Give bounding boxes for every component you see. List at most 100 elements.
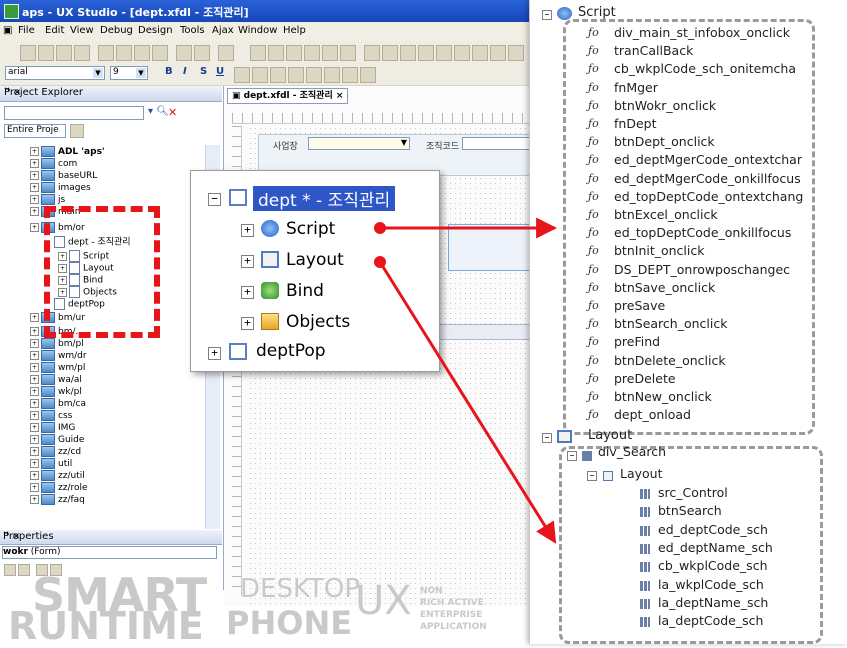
zoom-script-label[interactable]: Script: [286, 219, 335, 239]
text-align-center-icon[interactable]: [288, 67, 304, 83]
expand-icon[interactable]: +: [30, 183, 39, 192]
collapse-icon[interactable]: −: [542, 433, 552, 443]
layout-control-item[interactable]: ed_deptCode_sch: [658, 522, 768, 537]
menu-file[interactable]: File: [18, 25, 35, 36]
font-color-icon[interactable]: [252, 67, 268, 83]
expand-icon[interactable]: +: [30, 147, 39, 156]
build-icon[interactable]: [176, 45, 192, 61]
script-function-item[interactable]: ed_topDeptCode_onkillfocus: [614, 225, 791, 240]
debug-icon[interactable]: [218, 45, 234, 61]
chevron-down-icon[interactable]: ▼: [401, 138, 407, 147]
layout-control-item[interactable]: btnSearch: [658, 503, 722, 518]
undo-icon[interactable]: [152, 45, 168, 61]
explorer-tree-item[interactable]: + baseURL: [30, 170, 97, 182]
collapse-icon[interactable]: −: [542, 10, 552, 20]
menu-ajax[interactable]: Ajax: [212, 25, 234, 36]
align-left-icon[interactable]: [250, 45, 266, 61]
align-bottom-icon[interactable]: [340, 45, 356, 61]
expand-icon[interactable]: +: [30, 435, 39, 444]
paste-icon[interactable]: [134, 45, 150, 61]
fill-color-icon[interactable]: [234, 67, 250, 83]
font-size-select[interactable]: 9 ▼: [110, 66, 148, 80]
menu-tools[interactable]: Tools: [180, 25, 205, 36]
explorer-tree-item[interactable]: + bm/pl: [30, 338, 84, 350]
script-function-item[interactable]: ed_topDeptCode_ontextchang: [614, 189, 803, 204]
explorer-tree-item[interactable]: + IMG: [30, 422, 75, 434]
expand-icon[interactable]: +: [30, 423, 39, 432]
menu-debug[interactable]: Debug: [100, 25, 133, 36]
script-function-item[interactable]: preFind: [614, 334, 660, 349]
editor-tab[interactable]: ▣ dept.xfdl - 조직관리 ×: [227, 88, 349, 104]
order-back-icon[interactable]: [508, 45, 524, 61]
script-function-item[interactable]: dept_onload: [614, 407, 691, 422]
close-icon[interactable]: ✕: [168, 106, 177, 119]
explorer-tree-item[interactable]: + Guide: [30, 434, 84, 446]
expand-icon[interactable]: +: [30, 447, 39, 456]
refresh-icon[interactable]: [70, 124, 84, 138]
save-icon[interactable]: [56, 45, 72, 61]
script-function-item[interactable]: btnWokr_onclick: [614, 98, 716, 113]
expand-icon[interactable]: +: [30, 159, 39, 168]
explorer-tree-item[interactable]: + wm/pl: [30, 362, 85, 374]
expand-icon[interactable]: +: [241, 255, 254, 268]
center-v-icon[interactable]: [472, 45, 488, 61]
explorer-tree-item[interactable]: + wm/dr: [30, 350, 87, 362]
layout-control-item[interactable]: cb_wkplCode_sch: [658, 558, 768, 573]
expand-icon[interactable]: +: [30, 375, 39, 384]
explorer-tree-item[interactable]: + images: [30, 182, 91, 194]
valign-middle-icon[interactable]: [342, 67, 358, 83]
save-all-icon[interactable]: [74, 45, 90, 61]
same-size-icon[interactable]: [400, 45, 416, 61]
explorer-tree-item[interactable]: + js: [30, 194, 65, 206]
chevron-down-icon[interactable]: ▼: [136, 68, 146, 78]
explorer-tree-item[interactable]: + css: [30, 410, 72, 422]
script-function-item[interactable]: btnExcel_onclick: [614, 207, 718, 222]
expand-icon[interactable]: +: [30, 313, 39, 322]
layout-node-label[interactable]: Layout: [588, 428, 632, 443]
pin-icon[interactable]: ꟸ ×: [3, 531, 214, 542]
expand-icon[interactable]: +: [30, 223, 39, 232]
align-middle-icon[interactable]: [322, 45, 338, 61]
zoom-bind-label[interactable]: Bind: [286, 281, 324, 301]
expand-icon[interactable]: +: [30, 195, 39, 204]
explorer-tree-item[interactable]: + wa/al: [30, 374, 82, 386]
expand-icon[interactable]: +: [30, 399, 39, 408]
chevron-down-icon[interactable]: ▼: [93, 68, 103, 78]
expand-icon[interactable]: +: [30, 387, 39, 396]
new-file-icon[interactable]: [20, 45, 36, 61]
script-function-item[interactable]: preDelete: [614, 371, 676, 386]
text-align-left-icon[interactable]: [270, 67, 286, 83]
layout-control-item[interactable]: la_wkplCode_sch: [658, 577, 764, 592]
expand-icon[interactable]: +: [30, 207, 39, 216]
same-height-icon[interactable]: [382, 45, 398, 61]
script-function-item[interactable]: fnMger: [614, 80, 658, 95]
script-function-item[interactable]: btnInit_onclick: [614, 243, 705, 258]
script-function-item[interactable]: btnDelete_onclick: [614, 353, 726, 368]
layout-control-item[interactable]: la_deptName_sch: [658, 595, 768, 610]
collapse-icon[interactable]: −: [567, 451, 577, 461]
expand-icon[interactable]: +: [30, 459, 39, 468]
align-right-icon[interactable]: [286, 45, 302, 61]
menu-view[interactable]: View: [70, 25, 94, 36]
script-function-item[interactable]: ed_deptMgerCode_ontextchar: [614, 152, 802, 167]
script-function-item[interactable]: div_main_st_infobox_onclick: [614, 25, 790, 40]
valign-top-icon[interactable]: [324, 67, 340, 83]
expand-icon[interactable]: +: [30, 411, 39, 420]
object-select[interactable]: wokr (Form): [2, 546, 217, 559]
space-h-icon[interactable]: [418, 45, 434, 61]
text-align-right-icon[interactable]: [306, 67, 322, 83]
explorer-tree-item[interactable]: + zz/role: [30, 482, 88, 494]
expand-icon[interactable]: +: [208, 347, 221, 360]
expand-icon[interactable]: +: [30, 363, 39, 372]
sub-layout-label[interactable]: Layout: [620, 466, 663, 481]
script-function-item[interactable]: btnSave_onclick: [614, 280, 715, 295]
underline-button[interactable]: U: [216, 66, 224, 77]
align-top-icon[interactable]: [304, 45, 320, 61]
align-center-icon[interactable]: [268, 45, 284, 61]
bold-button[interactable]: B: [165, 66, 173, 77]
script-function-item[interactable]: btnDept_onclick: [614, 134, 715, 149]
pin-icon[interactable]: ꟸ ×: [4, 87, 214, 98]
expand-icon[interactable]: +: [241, 317, 254, 330]
explorer-tree-item[interactable]: + util: [30, 458, 72, 470]
business-site-combo[interactable]: ▼: [308, 137, 410, 150]
